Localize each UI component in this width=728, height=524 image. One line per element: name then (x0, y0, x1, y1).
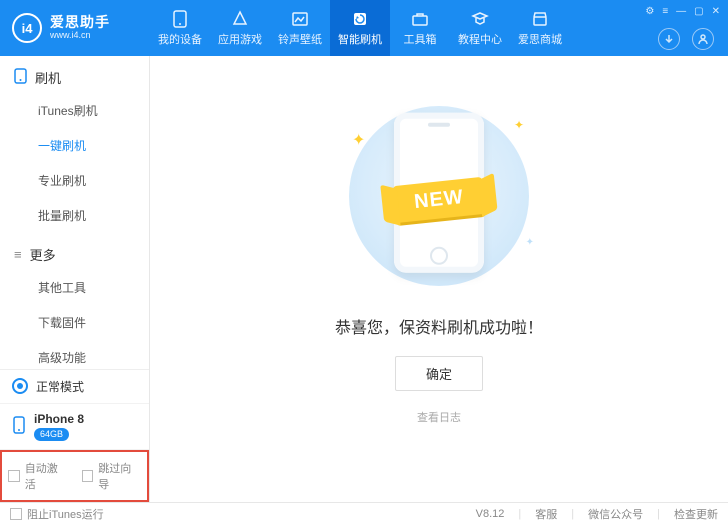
checkbox-icon (10, 508, 22, 520)
window-controls: ⚙ ≡ — ▢ ✕ (645, 6, 720, 17)
maximize-button[interactable]: ▢ (694, 6, 703, 17)
menu-icon[interactable]: ≡ (662, 6, 668, 17)
nav-flash[interactable]: 智能刷机 (330, 0, 390, 56)
flash-icon (350, 10, 370, 28)
settings-icon[interactable]: ⚙ (645, 6, 654, 17)
sidebar-group-title: 更多 (30, 245, 56, 264)
main-pane: ✦ ✦ ✦ NEW 恭喜您，保资料刷机成功啦！ 确定 查看日志 (150, 56, 728, 502)
block-itunes-checkbox[interactable]: 阻止iTunes运行 (10, 506, 104, 522)
device-name: iPhone 8 (34, 412, 84, 426)
nav-label: 工具箱 (404, 31, 437, 47)
nav-label: 智能刷机 (338, 31, 382, 47)
sidebar-item-itunes-flash[interactable]: iTunes刷机 (0, 93, 149, 128)
checkbox-label: 阻止iTunes运行 (27, 506, 104, 522)
sidebar-item-pro-flash[interactable]: 专业刷机 (0, 163, 149, 198)
nav-ringtones[interactable]: 铃声壁纸 (270, 0, 330, 56)
logo: i4 爱思助手 www.i4.cn (0, 13, 150, 43)
logo-icon: i4 (12, 13, 42, 43)
support-link[interactable]: 客服 (535, 506, 557, 522)
device-icon (170, 10, 190, 28)
nav-label: 应用游戏 (218, 31, 262, 47)
sidebar-group-title: 刷机 (35, 68, 61, 87)
view-log-link[interactable]: 查看日志 (417, 409, 461, 425)
wechat-link[interactable]: 微信公众号 (588, 506, 643, 522)
success-illustration: ✦ ✦ ✦ NEW (334, 96, 544, 296)
close-button[interactable]: ✕ (712, 6, 720, 17)
brand-url: www.i4.cn (50, 31, 110, 41)
nav-tutorials[interactable]: 教程中心 (450, 0, 510, 56)
device-storage-badge: 64GB (34, 428, 69, 441)
tutorial-icon (470, 10, 490, 28)
nav-apps[interactable]: 应用游戏 (210, 0, 270, 56)
nav-label: 我的设备 (158, 31, 202, 47)
nav-label: 教程中心 (458, 31, 502, 47)
sidebar-item-other-tools[interactable]: 其他工具 (0, 270, 149, 305)
device-mode[interactable]: 正常模式 (0, 370, 149, 404)
nav-label: 爱思商城 (518, 31, 562, 47)
apps-icon (230, 10, 250, 28)
sidebar-item-advanced[interactable]: 高级功能 (0, 340, 149, 369)
checkbox-icon (8, 470, 20, 482)
status-bar: 阻止iTunes运行 V8.12 | 客服 | 微信公众号 | 检查更新 (0, 502, 728, 524)
device-info[interactable]: iPhone 8 64GB (0, 404, 149, 450)
sidebar-item-oneclick-flash[interactable]: 一键刷机 (0, 128, 149, 163)
store-icon (530, 10, 550, 28)
nav-store[interactable]: 爱思商城 (510, 0, 570, 56)
ok-button[interactable]: 确定 (395, 356, 483, 391)
sidebar-item-download-firmware[interactable]: 下载固件 (0, 305, 149, 340)
sidebar: 刷机 iTunes刷机 一键刷机 专业刷机 批量刷机 ≡ 更多 其他工具 下载固… (0, 56, 150, 502)
version-label: V8.12 (476, 508, 505, 520)
download-button[interactable] (658, 28, 680, 50)
sidebar-item-batch-flash[interactable]: 批量刷机 (0, 198, 149, 233)
auto-activate-checkbox[interactable]: 自动激活 (8, 460, 68, 492)
sidebar-group-flash[interactable]: 刷机 (0, 56, 149, 93)
success-message: 恭喜您，保资料刷机成功啦！ (335, 314, 543, 338)
minimize-button[interactable]: — (676, 6, 686, 17)
nav-label: 铃声壁纸 (278, 31, 322, 47)
nav-toolbox[interactable]: 工具箱 (390, 0, 450, 56)
top-nav: 我的设备 应用游戏 铃声壁纸 智能刷机 工具箱 教程中心 爱思商城 (150, 0, 728, 56)
brand-name: 爱思助手 (50, 15, 110, 30)
phone-icon (14, 68, 27, 87)
sidebar-group-more[interactable]: ≡ 更多 (0, 233, 149, 270)
checkbox-icon (82, 470, 94, 482)
checkbox-label: 自动激活 (25, 460, 68, 492)
more-icon: ≡ (14, 247, 22, 262)
mode-icon (12, 378, 28, 394)
skip-wizard-checkbox[interactable]: 跳过向导 (82, 460, 142, 492)
mode-label: 正常模式 (36, 378, 84, 395)
check-update-link[interactable]: 检查更新 (674, 506, 718, 522)
checkbox-label: 跳过向导 (98, 460, 141, 492)
user-button[interactable] (692, 28, 714, 50)
toolbox-icon (410, 10, 430, 28)
title-bar: i4 爱思助手 www.i4.cn 我的设备 应用游戏 铃声壁纸 智能刷机 工具… (0, 0, 728, 56)
nav-my-device[interactable]: 我的设备 (150, 0, 210, 56)
flash-options: 自动激活 跳过向导 (0, 450, 149, 502)
phone-icon (12, 416, 26, 437)
wallpaper-icon (290, 10, 310, 28)
